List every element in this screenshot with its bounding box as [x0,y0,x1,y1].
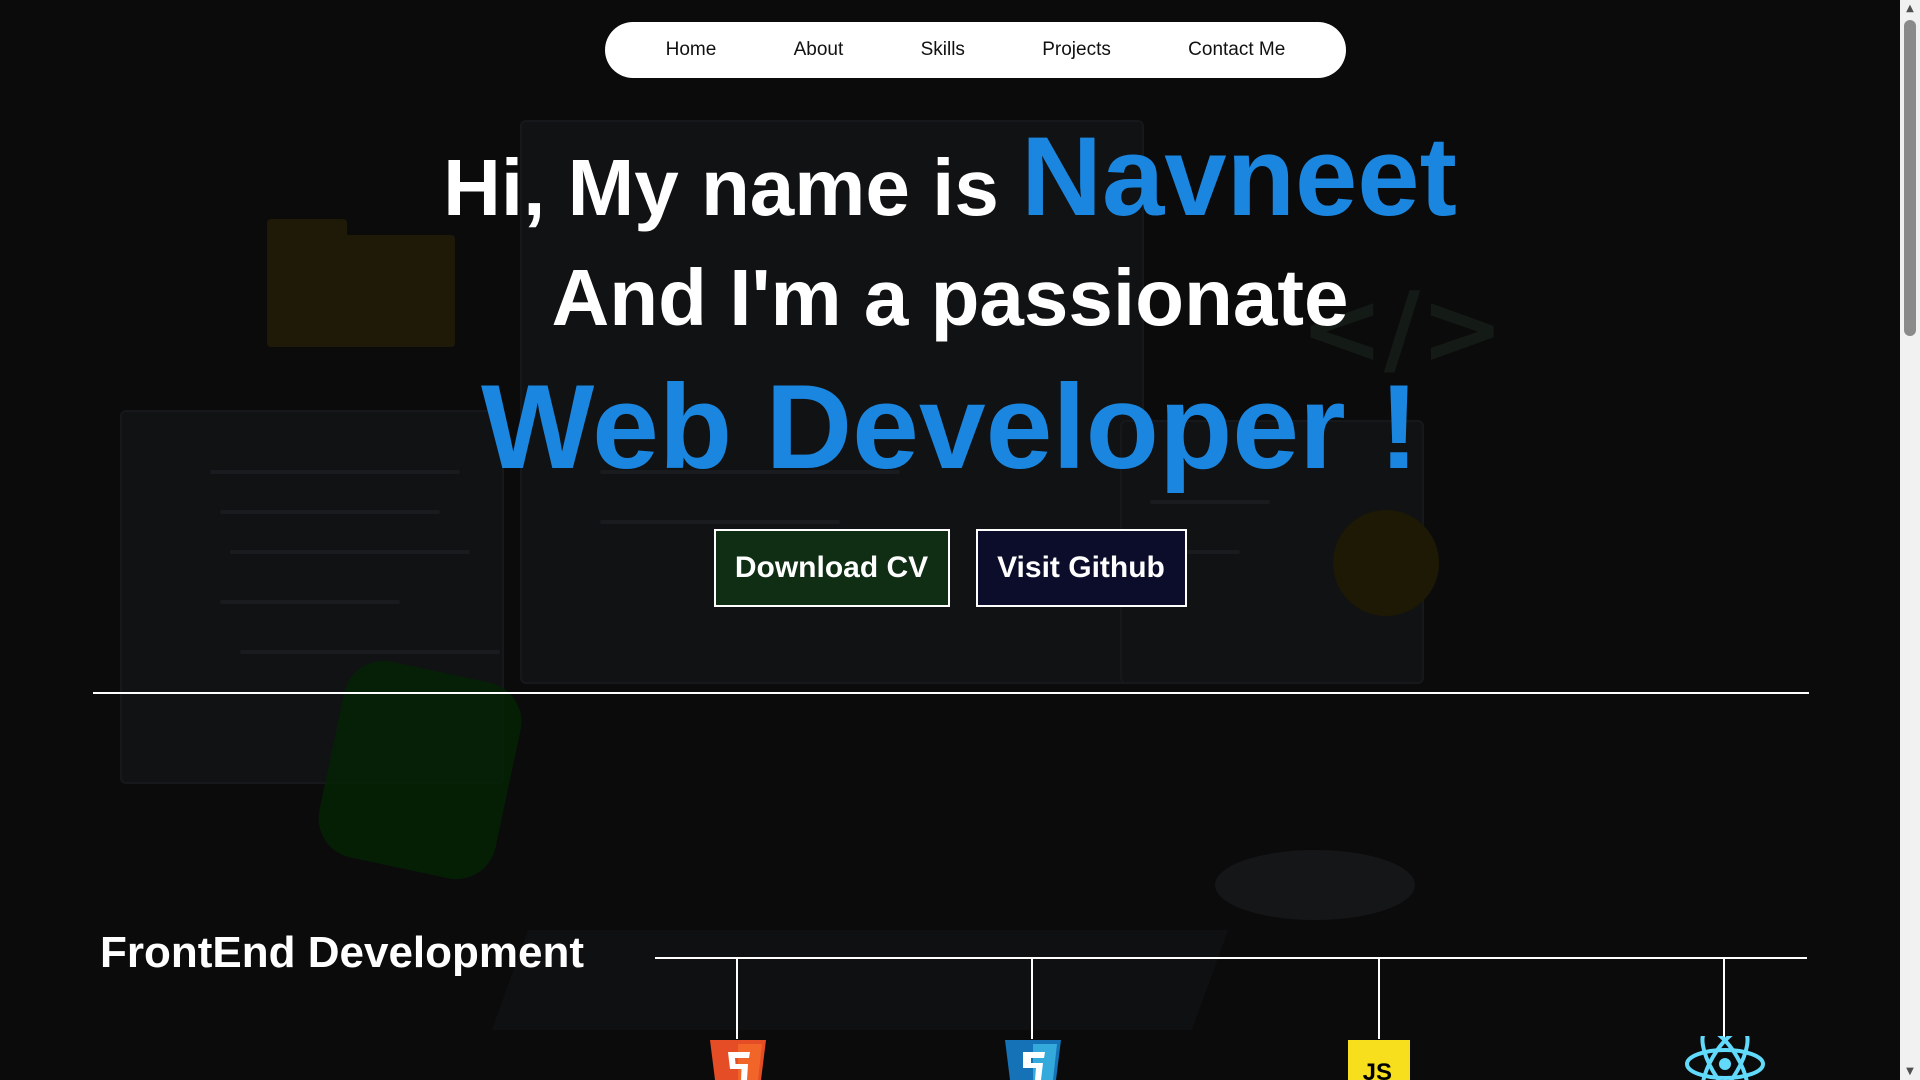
html5-icon [710,1040,766,1080]
hero-greeting: Hi, My name is [443,143,999,232]
nav-about[interactable]: About [794,39,844,61]
section-divider [93,692,1809,694]
hero-line-1: Hi, My name is Navneet [0,112,1900,241]
hero-name: Navneet [1021,114,1457,239]
download-cv-button[interactable]: Download CV [713,529,950,607]
nav-projects[interactable]: Projects [1042,39,1111,61]
timeline-stem [1031,959,1033,1039]
react-icon [1685,1036,1765,1080]
hero-line-2: And I'm a passionate [551,253,1349,342]
hero-buttons: Download CV Visit Github [0,529,1900,607]
timeline-stem [736,959,738,1039]
visit-github-button[interactable]: Visit Github [975,529,1187,607]
nav-skills[interactable]: Skills [921,39,965,61]
nav-contact[interactable]: Contact Me [1188,39,1285,61]
top-nav: Home About Skills Projects Contact Me [605,22,1346,78]
scrollbar-thumb[interactable] [1904,20,1916,336]
scroll-up-arrow-icon[interactable]: ▲ [1900,0,1920,17]
css3-icon [1005,1040,1061,1080]
javascript-icon: JS [1348,1040,1410,1080]
skills-timeline [655,957,1807,959]
timeline-stem [1723,959,1725,1039]
js-icon-label: JS [1363,1059,1392,1080]
page-scrollbar[interactable]: ▲ ▼ [1900,0,1920,1080]
hero-role: Web Developer ! [480,360,1420,494]
timeline-stem [1378,959,1380,1039]
scroll-down-arrow-icon[interactable]: ▼ [1900,1063,1920,1080]
frontend-section-title: FrontEnd Development [100,928,585,977]
nav-home[interactable]: Home [666,39,717,61]
